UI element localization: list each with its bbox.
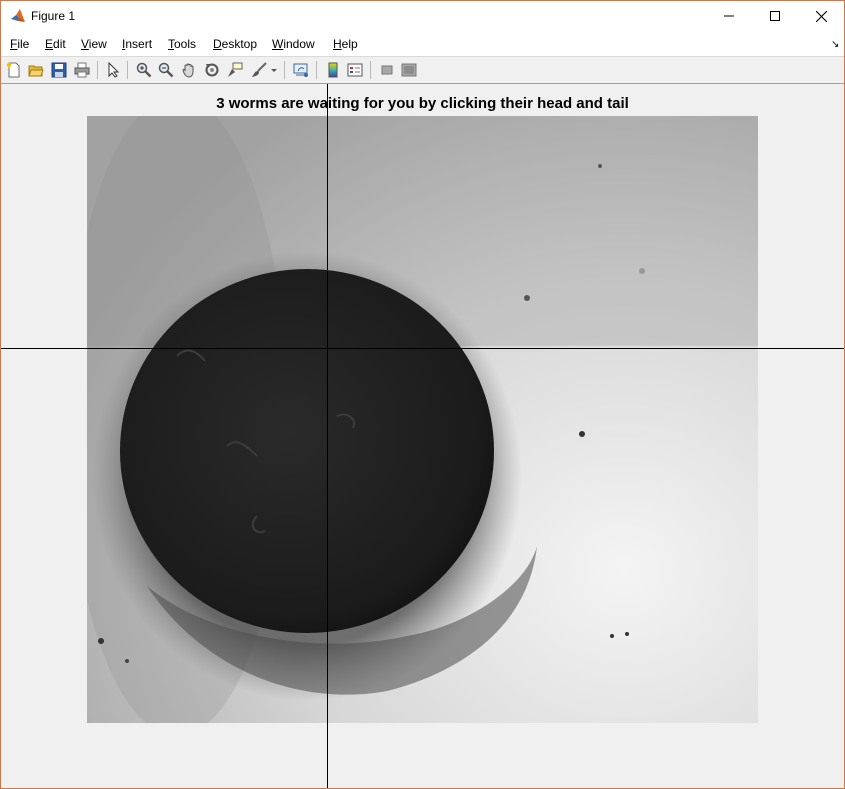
- plot-title: 3 worms are waiting for you by clicking …: [216, 95, 629, 112]
- zoom-out-icon[interactable]: [156, 60, 176, 80]
- zoom-in-icon[interactable]: [134, 60, 154, 80]
- toolbar-separator: [316, 61, 317, 79]
- maximize-button[interactable]: [752, 1, 798, 31]
- figure-canvas[interactable]: 3 worms are waiting for you by clicking …: [1, 84, 844, 788]
- brush-dropdown-icon[interactable]: [268, 60, 280, 80]
- open-file-icon[interactable]: [26, 60, 46, 80]
- title-bar[interactable]: Figure 1: [1, 1, 844, 32]
- hide-plot-tools-icon[interactable]: [377, 60, 397, 80]
- new-figure-icon[interactable]: [4, 60, 24, 80]
- crosshair-vertical: [327, 84, 328, 788]
- link-plot-icon[interactable]: [291, 60, 311, 80]
- print-icon[interactable]: [72, 60, 92, 80]
- colorbar-icon[interactable]: [323, 60, 343, 80]
- window-title: Figure 1: [31, 9, 76, 23]
- worm-image[interactable]: [87, 116, 758, 723]
- menu-help[interactable]: Help: [333, 37, 358, 51]
- menu-tools[interactable]: Tools: [168, 37, 196, 51]
- brush-icon[interactable]: [249, 60, 269, 80]
- rotate-3d-icon[interactable]: [202, 60, 222, 80]
- matlab-logo-icon: [10, 8, 26, 24]
- pan-icon[interactable]: [179, 60, 199, 80]
- crosshair-horizontal: [1, 348, 844, 349]
- menu-bar: File Edit View Insert Tools Desktop Wind…: [1, 32, 844, 57]
- menu-insert[interactable]: Insert: [122, 37, 152, 51]
- minimize-icon: [724, 15, 734, 17]
- pointer-icon[interactable]: [103, 60, 123, 80]
- show-plot-tools-icon[interactable]: [399, 60, 419, 80]
- minimize-button[interactable]: [706, 1, 752, 31]
- save-icon[interactable]: [49, 60, 69, 80]
- toolbar-separator: [370, 61, 371, 79]
- menu-edit[interactable]: Edit: [45, 37, 66, 51]
- toolbar-separator: [284, 61, 285, 79]
- data-cursor-icon[interactable]: [225, 60, 245, 80]
- figure-window: Figure 1 File Edit View Insert Tools Des…: [0, 0, 845, 789]
- menu-view[interactable]: View: [81, 37, 107, 51]
- grayscale-microscopy-image: [87, 116, 758, 723]
- legend-icon[interactable]: [345, 60, 365, 80]
- menu-desktop[interactable]: Desktop: [213, 37, 257, 51]
- toolbar-separator: [97, 61, 98, 79]
- maximize-icon: [770, 11, 780, 21]
- dock-arrow-icon[interactable]: ↘: [831, 39, 839, 50]
- close-icon: [815, 10, 827, 22]
- figure-toolbar: [1, 57, 844, 84]
- close-button[interactable]: [798, 1, 844, 31]
- toolbar-separator: [127, 61, 128, 79]
- menu-window[interactable]: Window: [272, 37, 315, 51]
- menu-file[interactable]: File: [10, 37, 29, 51]
